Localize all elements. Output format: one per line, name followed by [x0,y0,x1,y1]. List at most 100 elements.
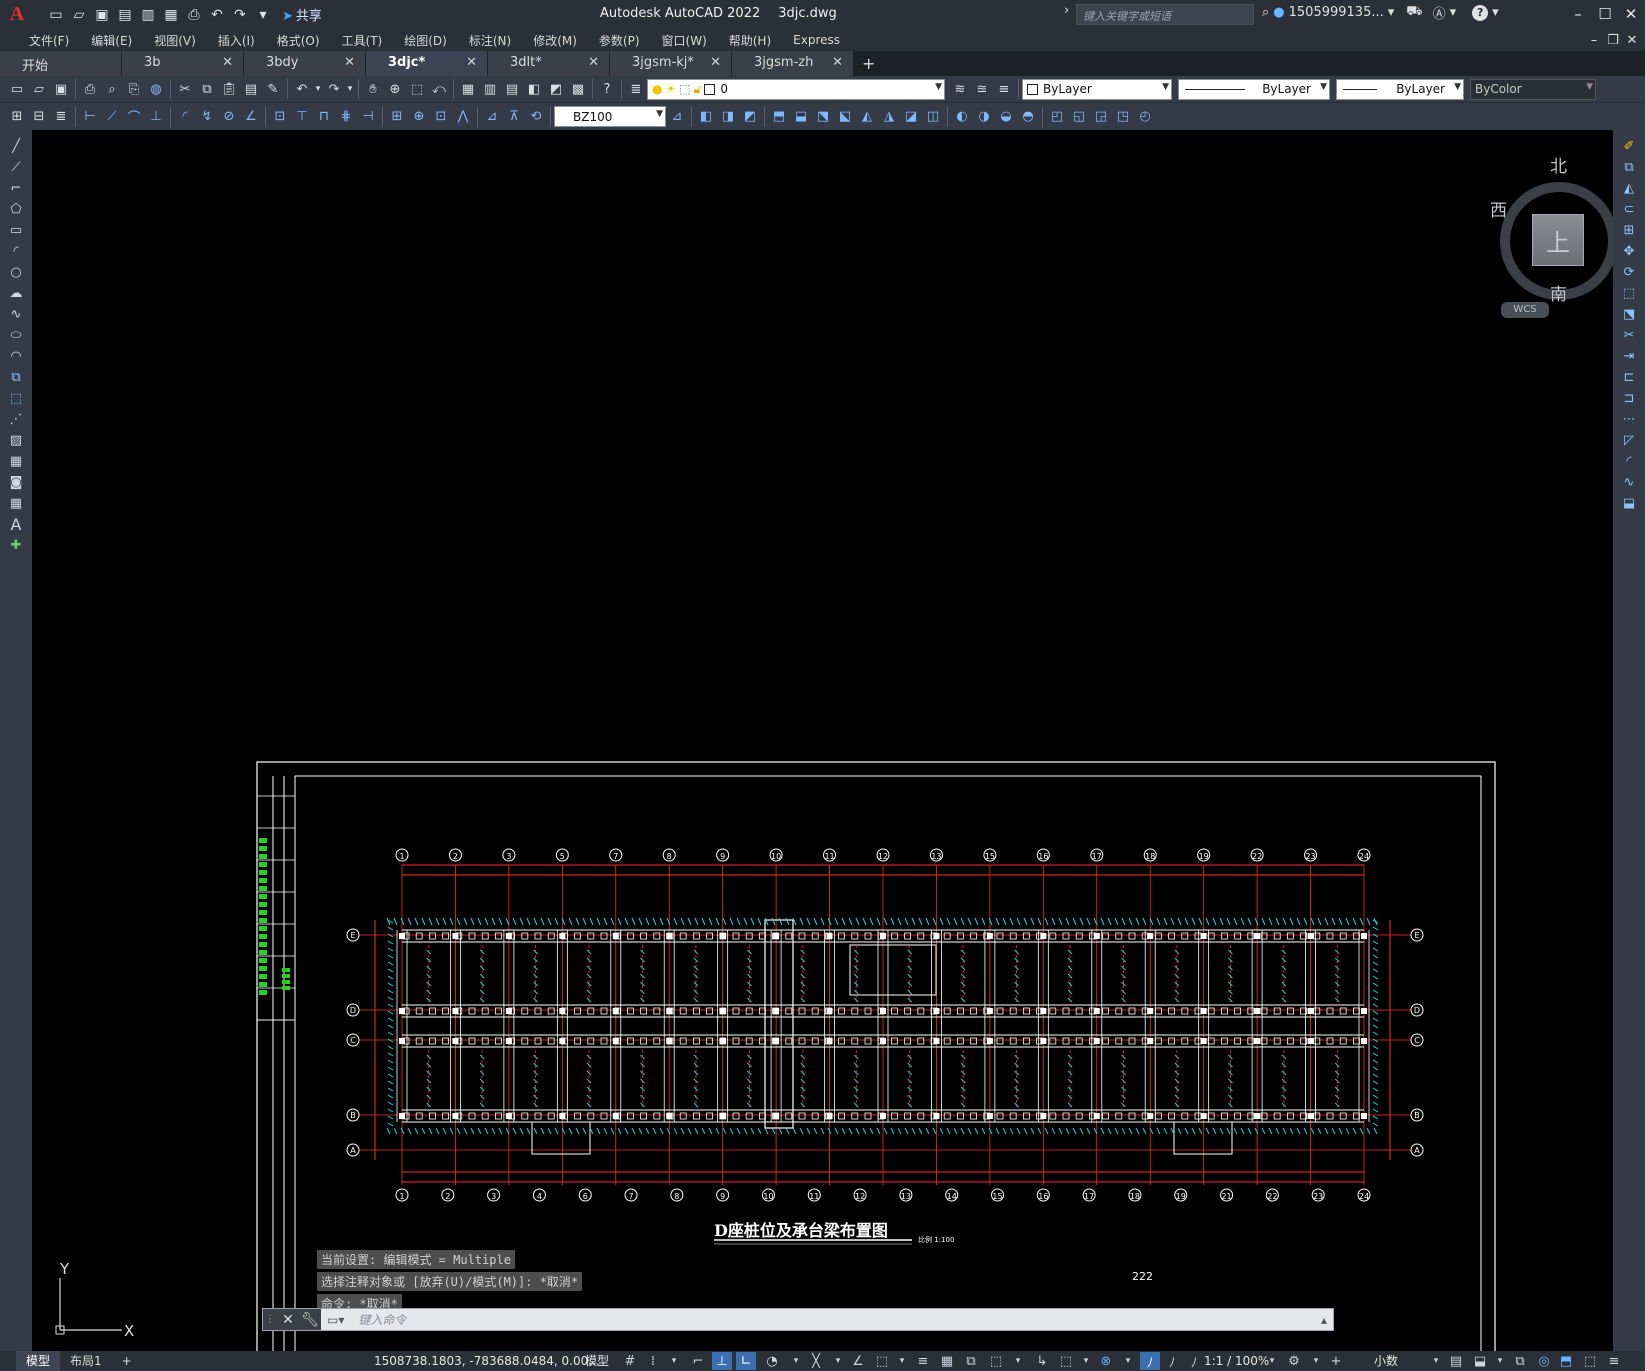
box-icon[interactable]: ◧ [695,106,717,128]
clean-screen-icon[interactable]: ⬒ [1556,1352,1576,1370]
help-icon[interactable]: ? [596,78,618,100]
paste-icon[interactable]: 📋︎ [218,78,240,100]
explode-icon[interactable]: ⬓ [1618,493,1640,514]
selection-cycling-icon[interactable]: ⧉ [961,1352,981,1370]
array-icon[interactable]: ⊞ [1618,220,1640,241]
multiline-text-icon[interactable]: A [5,514,27,535]
user-icon[interactable]: ● [1273,5,1284,20]
menu-item[interactable]: 插入(I) [207,32,266,49]
aligned-dim-icon[interactable]: ⟋ [101,106,123,128]
polar-tracking-icon[interactable]: ◔ [762,1352,782,1370]
osnap-dropdown-icon[interactable]: ▾ [892,1352,912,1370]
wedge-icon[interactable]: ◩ [739,106,761,128]
drawing-canvas[interactable]: 1 2 3 5 7 8 9 10 11 12 13 15 16 17 18 19 22 23 24 1 2 3 4 6 7 8 9 1… [32,130,1613,1351]
command-customize-icon[interactable]: 🔧︎ [299,1309,321,1330]
plot-icon[interactable]: ⎙ [184,5,204,25]
selection-filter-dropdown-icon[interactable]: ▾ [1076,1352,1096,1370]
recent-commands-icon[interactable]: ▭▾ [321,1313,350,1327]
file-tab[interactable]: 3bdy ✕ [244,51,366,76]
publish-3d-icon[interactable]: ◍ [145,78,167,100]
close-tab-icon[interactable]: ✕ [588,55,599,70]
markup-icon[interactable]: ◩ [545,78,567,100]
workspace-dropdown-icon[interactable]: ▾ [1306,1352,1326,1370]
radius-dim-icon[interactable]: ◜ [174,106,196,128]
menu-item[interactable]: 绘图(D) [393,32,458,49]
menu-item[interactable]: 格式(O) [266,32,331,49]
polar-dropdown-icon[interactable]: ▾ [786,1352,806,1370]
file-tab[interactable]: 3jgsm-kj* ✕ [610,51,732,76]
snap-dropdown-icon[interactable]: ▾ [664,1352,684,1370]
transparency-icon[interactable]: ▦ [937,1352,957,1370]
polygon-icon[interactable]: ⬠ [5,199,27,220]
loft-icon[interactable]: ⬕ [834,106,856,128]
ordinate-dim-icon[interactable]: ⊥ [145,106,167,128]
undo-dropdown-icon[interactable]: ▾ [313,78,323,100]
annotation-scale-value[interactable]: 1:1 / 100% [1204,1351,1269,1371]
a360-dropdown-icon[interactable]: ▾ [1450,5,1457,20]
file-tab[interactable]: 开始 [0,51,122,76]
arc-icon[interactable]: ◜ [5,241,27,262]
mirror-icon[interactable]: ◭ [1618,178,1640,199]
layout-tab-model[interactable]: 模型 [16,1351,61,1371]
diameter-dim-icon[interactable]: ⊘ [218,106,240,128]
open-icon[interactable]: ▱ [28,78,50,100]
menu-item[interactable]: 视图(V) [143,32,207,49]
viewcube-top-face[interactable]: 上 [1532,214,1584,266]
tool-palettes-icon[interactable]: ▤ [501,78,523,100]
rotate-icon[interactable]: ⟳ [1618,262,1640,283]
selection-filter-icon[interactable]: ⬚ [1056,1352,1076,1370]
search-icon[interactable]: ⌕ [1262,5,1269,20]
customization-menu-icon[interactable]: ≡ [1604,1352,1624,1370]
help-button[interactable]: ? [1472,4,1489,21]
linetype-dropdown[interactable]: ByLayer ▼ [1178,78,1330,100]
lock-ui-icon[interactable]: ⬓ [1470,1352,1490,1370]
undo-icon[interactable]: ↶ [291,78,313,100]
lineweight-icon[interactable]: ≡ [913,1352,933,1370]
table-icon[interactable]: ▦ [5,493,27,514]
new-tab-button[interactable]: + [854,54,883,76]
copy-icon[interactable]: ⧉ [196,78,218,100]
zoom-previous-icon[interactable]: ⤺ [428,78,450,100]
save-icon[interactable]: ▣ [50,78,72,100]
command-history-toggle-icon[interactable]: ▴ [1315,1313,1333,1327]
dimstyle-manager-icon[interactable]: ⊿ [666,106,688,128]
annotation-monitor-icon[interactable]: + [1326,1352,1346,1370]
construction-line-icon[interactable]: ⟋ [5,157,27,178]
help-dropdown-icon[interactable]: ▾ [1492,5,1499,20]
close-tab-icon[interactable]: ✕ [466,55,477,70]
cut-icon[interactable]: ✂ [174,78,196,100]
calculator-icon[interactable]: ▩ [567,78,589,100]
zoom-window-icon[interactable]: ⬚ [406,78,428,100]
open-web-icon[interactable]: ▥ [138,5,158,25]
break-icon[interactable]: ⊐ [1618,388,1640,409]
jogged-dim-icon[interactable]: ↯ [196,106,218,128]
isolate-objects-icon[interactable]: ⧉ [1510,1352,1530,1370]
infer-constraints-icon[interactable]: ⌐ [688,1352,708,1370]
zoom-realtime-icon[interactable]: ⊕ [384,78,406,100]
shell-icon[interactable]: ◳ [1112,106,1134,128]
trim-icon[interactable]: ✂ [1618,325,1640,346]
properties-icon[interactable]: ▦ [457,78,479,100]
plotstyle-dropdown[interactable]: ByColor ▼ [1470,78,1596,100]
circle-icon[interactable]: ○ [5,262,27,283]
join-icon[interactable]: ⋯ [1618,409,1640,430]
model-space-button[interactable]: 模型 [585,1351,609,1371]
quick-dim-icon[interactable]: ⊞ [6,106,28,128]
publish-icon[interactable]: ⎘ [123,78,145,100]
customize-dropdown-icon[interactable]: ▾ [253,5,273,25]
subtract-icon[interactable]: ◪ [900,106,922,128]
pan-icon[interactable]: ✋︎ [362,78,384,100]
continue-dim-icon[interactable]: ⊓ [313,106,335,128]
command-close-icon[interactable]: ✕ [277,1309,299,1330]
add-selected-icon[interactable]: ✚ [5,535,27,556]
color-faces-icon[interactable]: ◲ [1090,106,1112,128]
layer-dropdown[interactable]: ● ☀ ⬚ 🔓︎ 0 ▼ [647,78,945,100]
interfere-icon[interactable]: ◑ [973,106,995,128]
3d-osnap-icon[interactable]: ⬚ [986,1352,1006,1370]
intersect-icon[interactable]: ◫ [922,106,944,128]
ellipse-arc-icon[interactable]: ◠ [5,346,27,367]
scale-dropdown-icon[interactable]: ▾ [1262,1352,1282,1370]
search-input[interactable]: 键入关键字或短语 [1076,4,1254,25]
menu-item[interactable]: 编辑(E) [80,32,143,49]
presspull-icon[interactable]: ⬓ [790,106,812,128]
